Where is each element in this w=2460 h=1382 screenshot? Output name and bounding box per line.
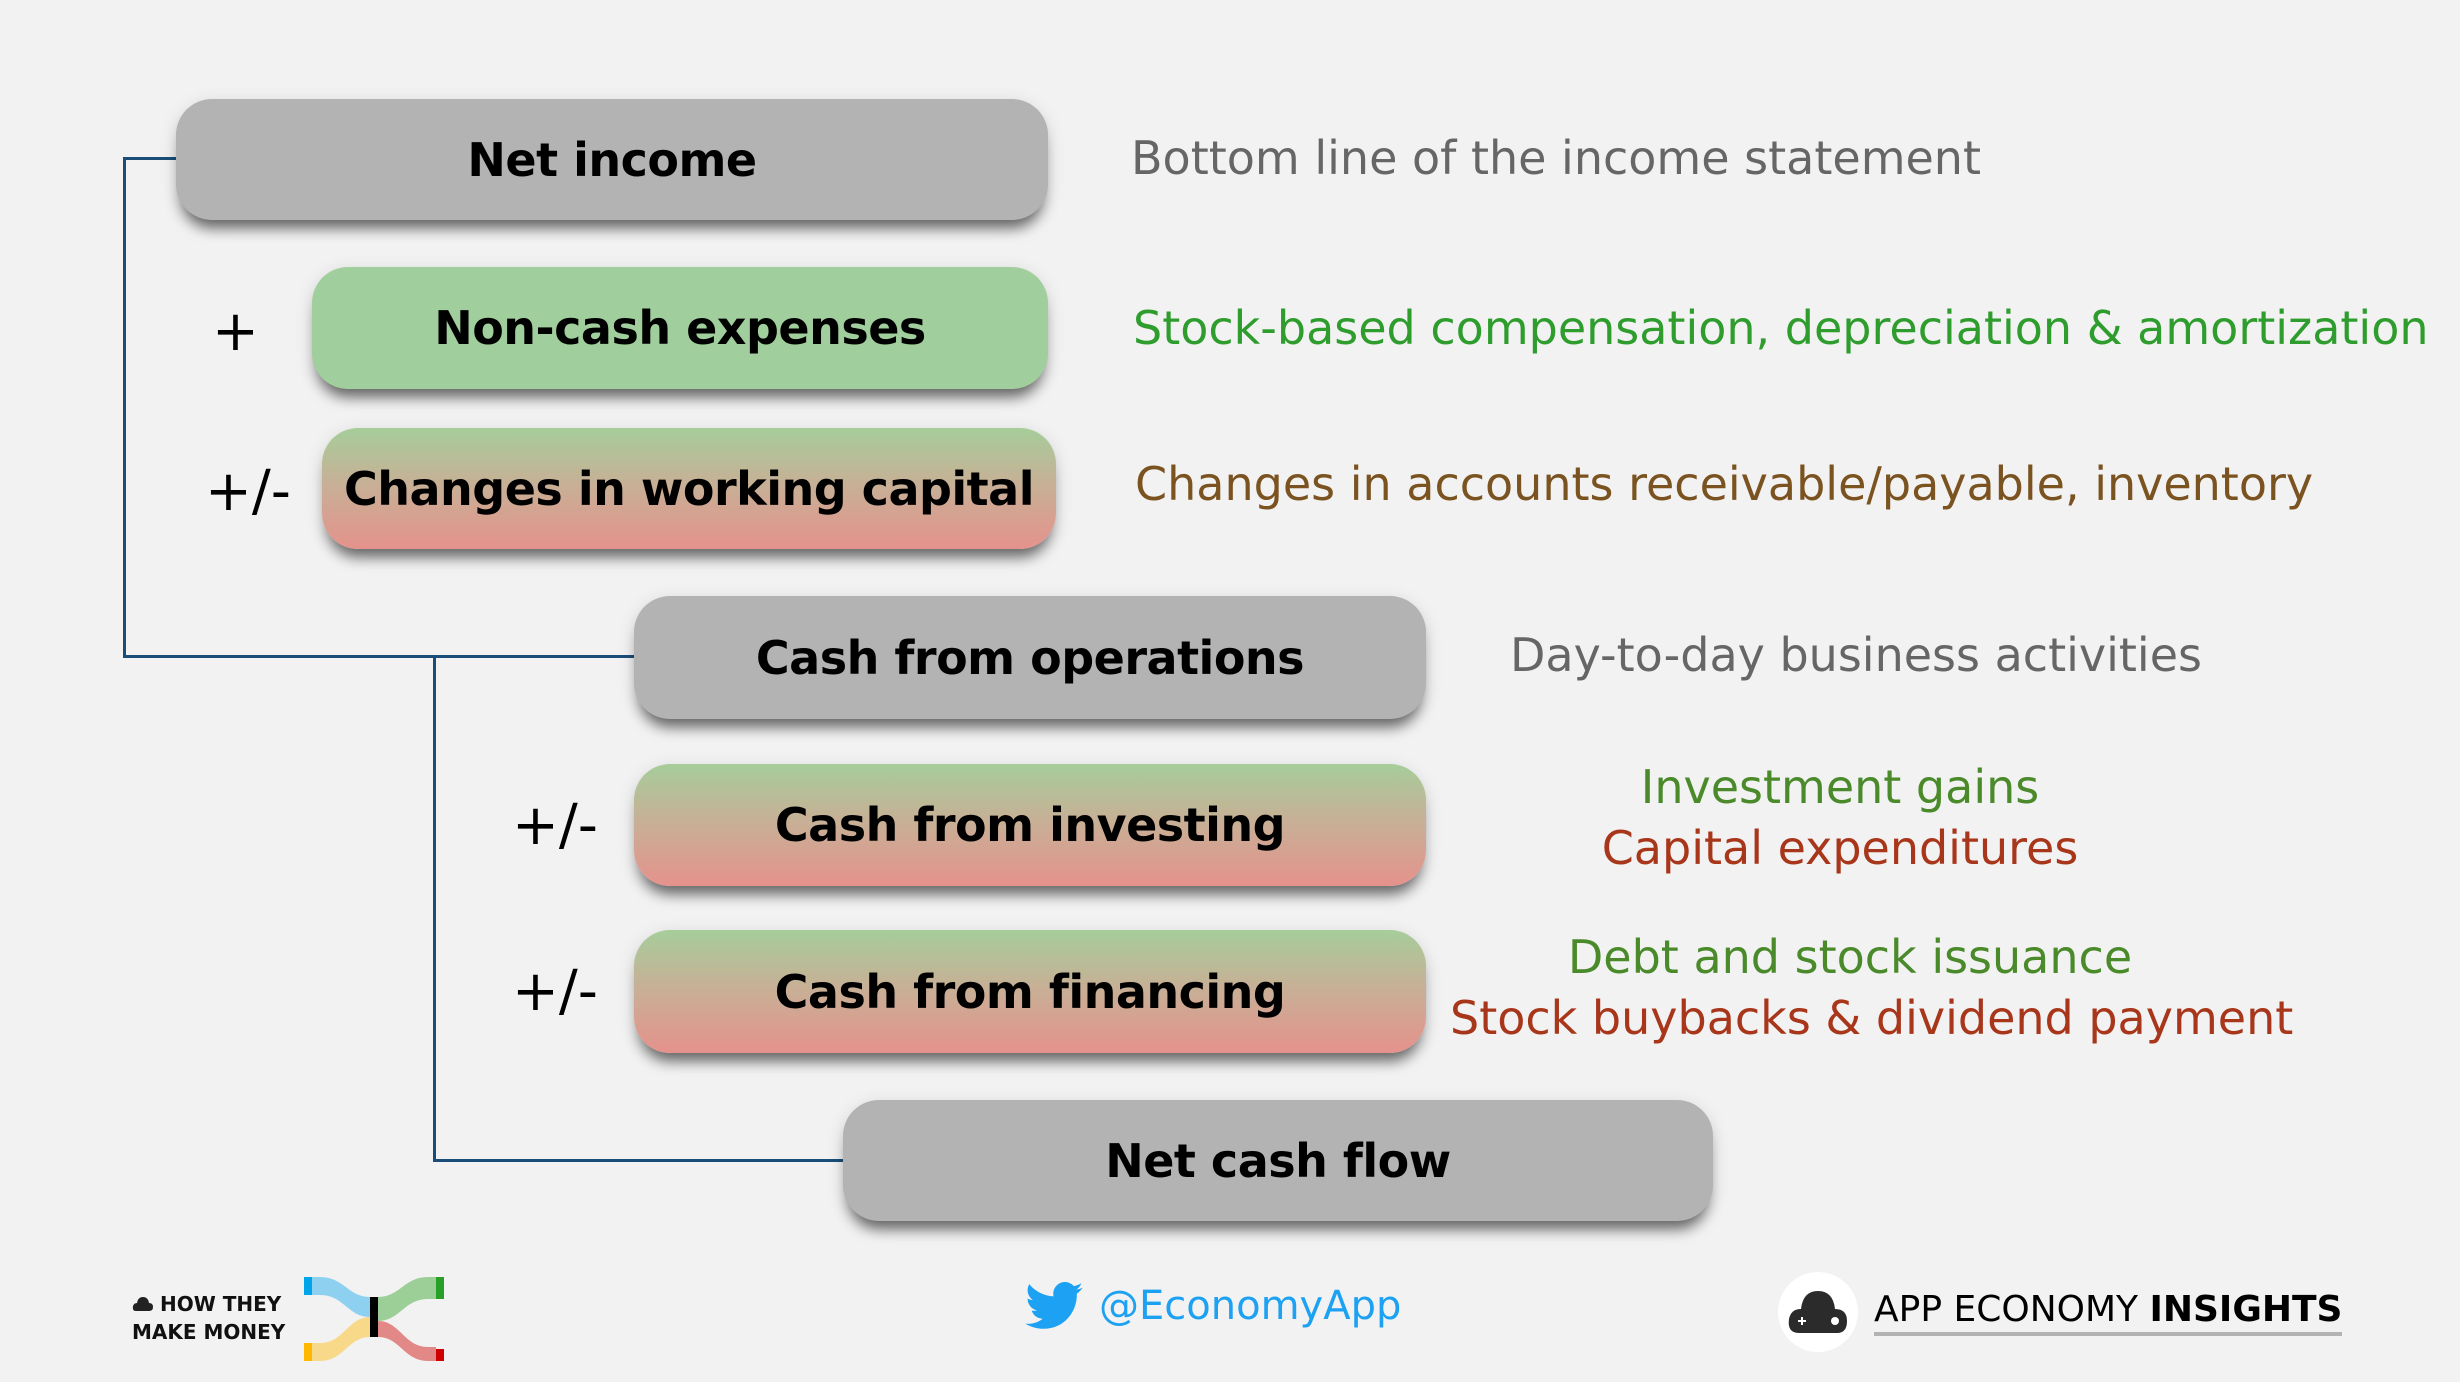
twitter-handle: @EconomyApp [1099,1283,1402,1329]
twitter-handle-link[interactable]: @EconomyApp [1025,1282,1401,1330]
connector-vertical-1 [123,157,126,657]
brand-line-2: MAKE MONEY [132,1320,286,1344]
cash-from-financing-box: Cash from financing [634,930,1426,1053]
connector-to-cfo [123,655,636,658]
connector-net-income-stub [123,157,178,160]
brand-line-1: HOW THEY [160,1292,282,1316]
cfo-description: Day-to-day business activities [1510,628,2202,682]
working-capital-description: Changes in accounts receivable/payable, … [1135,457,2314,511]
working-capital-label: Changes in working capital [344,461,1034,516]
net-income-box: Net income [176,99,1048,220]
cash-from-operations-label: Cash from operations [755,630,1305,685]
cash-from-investing-box: Cash from investing [634,764,1426,886]
cfi-negative-description: Capital expenditures [1601,821,2079,875]
cash-from-investing-label: Cash from investing [774,798,1286,852]
working-capital-box: Changes in working capital [322,428,1056,549]
cfi-positive-description: Investment gains [1640,760,2040,814]
cff-positive-description: Debt and stock issuance [1567,930,2133,984]
brand-name-bold: INSIGHTS [2149,1288,2343,1330]
plus-minus-sign-working-capital: +/- [205,459,291,524]
sankey-logo-icon [304,1277,444,1361]
connector-vertical-2 [433,655,436,1162]
plus-sign-non-cash: + [212,299,259,364]
cff-negative-description: Stock buybacks & dividend payment [1450,991,2294,1045]
net-cash-flow-label: Net cash flow [1105,1133,1451,1188]
net-income-description: Bottom line of the income statement [1131,131,1981,185]
net-cash-flow-box: Net cash flow [843,1100,1713,1221]
twitter-bird-icon [1025,1282,1083,1329]
plus-minus-sign-financing: +/- [512,959,598,1024]
cash-from-operations-box: Cash from operations [634,596,1426,719]
cloud-controller-icon [132,1297,153,1311]
net-income-label: Net income [467,132,757,187]
cash-from-financing-label: Cash from financing [774,964,1286,1019]
brand-logo-circle [1778,1272,1858,1352]
brand-name: APP ECONOMY INSIGHTS [1874,1288,2343,1336]
plus-minus-sign-investing: +/- [512,793,598,858]
non-cash-expenses-box: Non-cash expenses [312,267,1048,389]
app-economy-insights-brand: APP ECONOMY INSIGHTS [1778,1272,2343,1352]
how-they-make-money-brand: HOW THEY MAKE MONEY [132,1290,285,1346]
non-cash-expenses-label: Non-cash expenses [434,301,926,355]
brand-name-regular: APP ECONOMY [1874,1288,2150,1330]
cloud-controller-icon [1788,1291,1847,1333]
connector-to-net-cash-flow [433,1159,845,1162]
non-cash-description: Stock-based compensation, depreciation &… [1133,301,2429,355]
